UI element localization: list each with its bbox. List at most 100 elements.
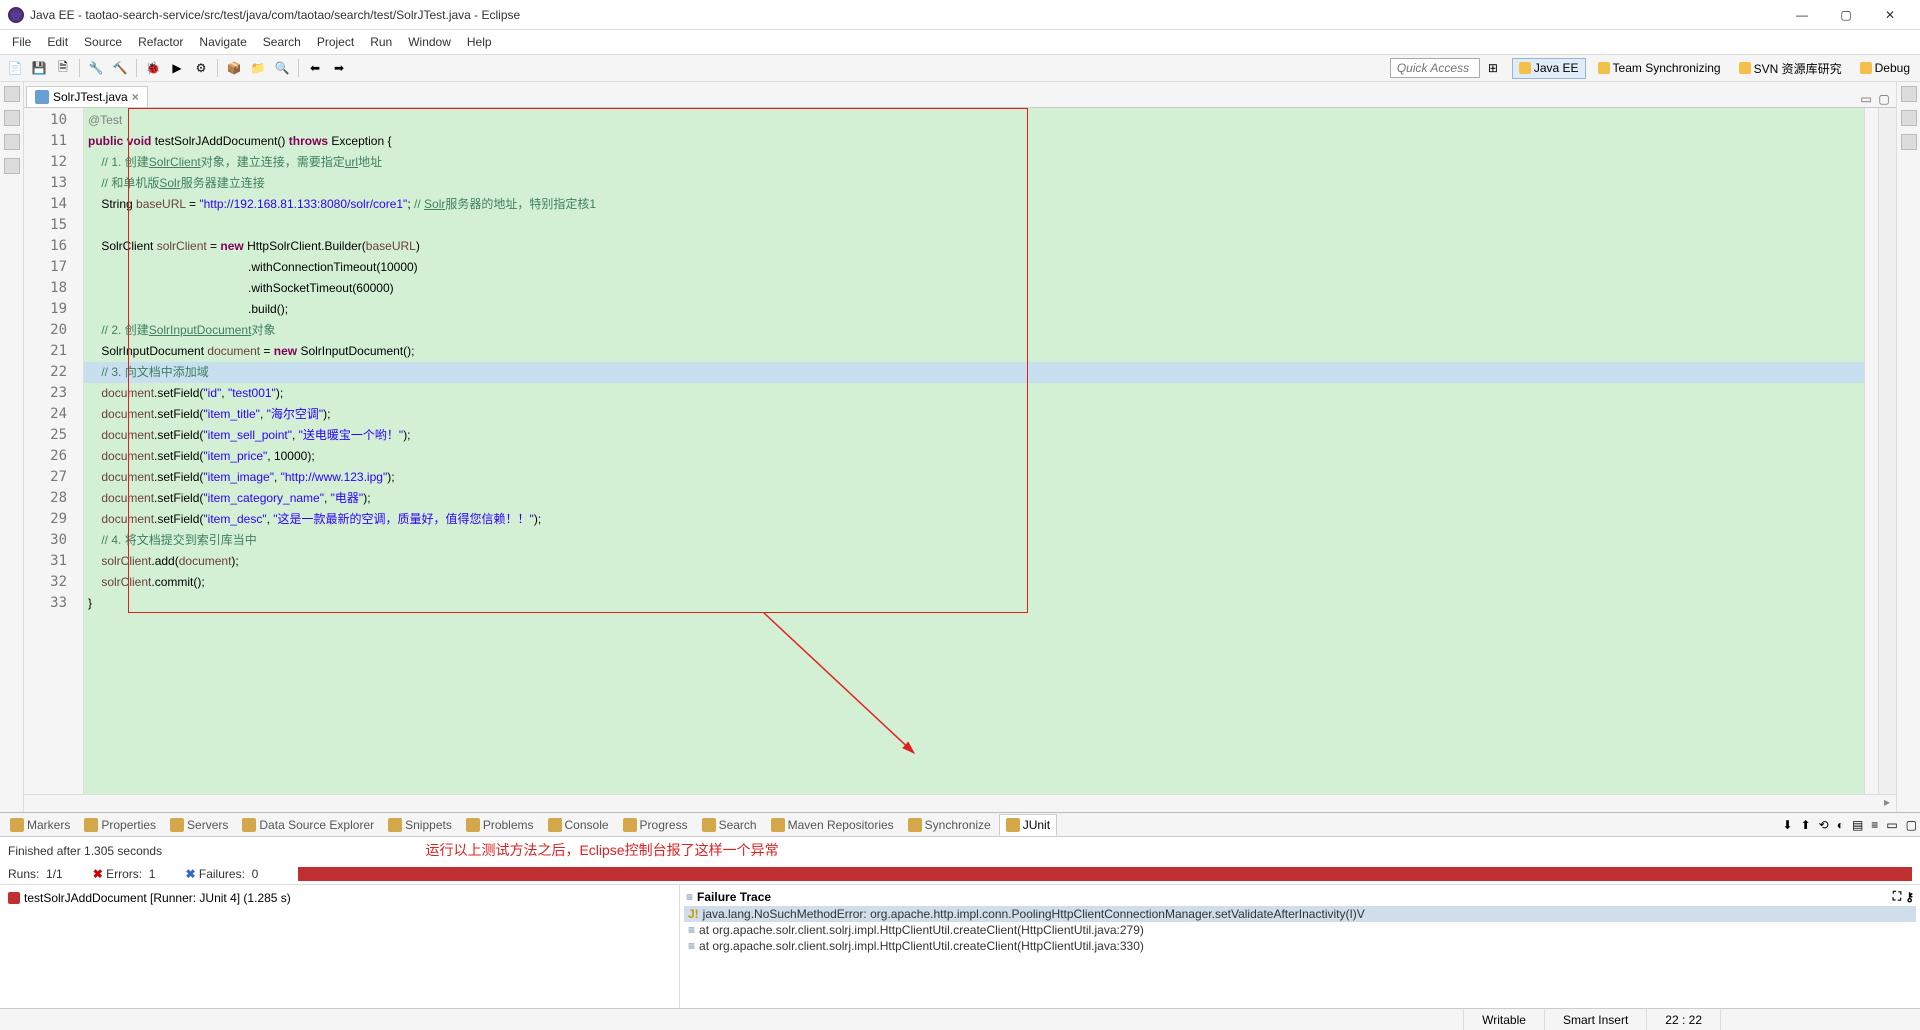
code-line[interactable]: public void testSolrJAddDocument() throw… xyxy=(84,131,1864,152)
nav-forward-button[interactable]: ➡ xyxy=(328,57,350,79)
code-line[interactable]: solrClient.add(document); xyxy=(84,551,1864,572)
code-editor[interactable]: 1011121314151617181920212223242526272829… xyxy=(24,108,1896,794)
view-icon[interactable] xyxy=(4,110,20,126)
menu-run[interactable]: Run xyxy=(362,32,400,52)
code-line[interactable]: document.setField("item_category_name", … xyxy=(84,488,1864,509)
filter-button[interactable]: ⚷ xyxy=(1905,890,1914,904)
minimize-view-icon[interactable]: ▭ xyxy=(1858,91,1874,107)
menu-navigate[interactable]: Navigate xyxy=(191,32,254,52)
junit-toolbar-button[interactable]: ≡ xyxy=(1868,818,1881,832)
tool-button[interactable]: 🔍 xyxy=(271,57,293,79)
code-area[interactable]: @Testpublic void testSolrJAddDocument() … xyxy=(84,108,1864,794)
code-line[interactable]: String baseURL = "http://192.168.81.133:… xyxy=(84,194,1864,215)
code-line[interactable]: .withConnectionTimeout(10000) xyxy=(84,257,1864,278)
new-button[interactable]: 📄 xyxy=(4,57,26,79)
maximize-view-icon[interactable]: ▢ xyxy=(1876,91,1892,107)
close-button[interactable]: ✕ xyxy=(1868,1,1912,29)
bottom-tab-problems[interactable]: Problems xyxy=(460,815,540,835)
view-icon[interactable] xyxy=(1901,134,1917,150)
trace-line[interactable]: ≡ at org.apache.solr.client.solrj.impl.H… xyxy=(684,922,1916,938)
junit-toolbar-button[interactable]: ▤ xyxy=(1849,818,1866,832)
code-line[interactable] xyxy=(84,215,1864,236)
junit-toolbar-button[interactable]: ⬆ xyxy=(1798,818,1814,832)
bottom-tab-properties[interactable]: Properties xyxy=(78,815,162,835)
editor-tab[interactable]: SolrJTest.java × xyxy=(26,86,148,107)
code-line[interactable]: // 2. 创建SolrInputDocument对象 xyxy=(84,320,1864,341)
run-button[interactable]: ▶ xyxy=(166,57,188,79)
junit-toolbar-button[interactable]: ⟲ xyxy=(1816,818,1832,832)
quick-access-input[interactable]: Quick Access xyxy=(1390,58,1480,78)
save-button[interactable]: 💾 xyxy=(28,57,50,79)
minimize-button[interactable]: — xyxy=(1780,1,1824,29)
tool-button[interactable]: 🔨 xyxy=(109,57,131,79)
save-all-button[interactable]: 🗎 xyxy=(52,57,74,79)
bottom-tab-servers[interactable]: Servers xyxy=(164,815,234,835)
code-line[interactable]: } xyxy=(84,593,1864,614)
perspective-switcher-icon[interactable]: ⊞ xyxy=(1482,57,1504,79)
debug-button[interactable]: 🐞 xyxy=(142,57,164,79)
code-line[interactable]: // 1. 创建SolrClient对象，建立连接，需要指定url地址 xyxy=(84,152,1864,173)
perspective-svn-资源库研究[interactable]: SVN 资源库研究 xyxy=(1733,58,1848,79)
menu-window[interactable]: Window xyxy=(400,32,459,52)
code-line[interactable]: // 4. 将文档提交到索引库当中 xyxy=(84,530,1864,551)
junit-toolbar-button[interactable]: ▭ xyxy=(1883,818,1900,832)
perspective-debug[interactable]: Debug xyxy=(1854,58,1916,79)
vertical-scrollbar[interactable] xyxy=(1878,108,1896,794)
perspective-java-ee[interactable]: Java EE xyxy=(1512,58,1586,79)
menu-file[interactable]: File xyxy=(4,32,39,52)
code-line[interactable]: solrClient.commit(); xyxy=(84,572,1864,593)
bottom-tab-markers[interactable]: Markers xyxy=(4,815,76,835)
tool-button[interactable]: 🔧 xyxy=(85,57,107,79)
code-line[interactable]: document.setField("item_title", "海尔空调"); xyxy=(84,404,1864,425)
tool-button[interactable]: 📦 xyxy=(223,57,245,79)
line-ruler: 1011121314151617181920212223242526272829… xyxy=(24,108,84,794)
code-line[interactable]: document.setField("item_image", "http://… xyxy=(84,467,1864,488)
tool-button[interactable]: 📁 xyxy=(247,57,269,79)
compare-button[interactable]: ⛶ xyxy=(1893,889,1901,904)
view-icon[interactable] xyxy=(1901,86,1917,102)
menu-source[interactable]: Source xyxy=(76,32,130,52)
bottom-tab-synchronize[interactable]: Synchronize xyxy=(902,815,997,835)
code-line[interactable]: // 和单机版Solr服务器建立连接 xyxy=(84,173,1864,194)
horizontal-scrollbar[interactable]: ▸ xyxy=(1878,795,1896,812)
code-line[interactable]: // 3. 向文档中添加域 xyxy=(84,362,1864,383)
view-icon[interactable] xyxy=(1901,110,1917,126)
trace-line[interactable]: J! java.lang.NoSuchMethodError: org.apac… xyxy=(684,906,1916,922)
junit-toolbar-button[interactable]: ⬇ xyxy=(1780,818,1796,832)
trace-line[interactable]: ≡ at org.apache.solr.client.solrj.impl.H… xyxy=(684,938,1916,954)
bottom-tab-console[interactable]: Console xyxy=(542,815,615,835)
junit-tree-item[interactable]: testSolrJAddDocument [Runner: JUnit 4] (… xyxy=(4,889,675,907)
bottom-tab-search[interactable]: Search xyxy=(696,815,763,835)
bottom-tab-maven-repositories[interactable]: Maven Repositories xyxy=(765,815,900,835)
menu-edit[interactable]: Edit xyxy=(39,32,76,52)
run-external-button[interactable]: ⚙ xyxy=(190,57,212,79)
code-line[interactable]: .withSocketTimeout(60000) xyxy=(84,278,1864,299)
bottom-tab-snippets[interactable]: Snippets xyxy=(382,815,458,835)
junit-tree[interactable]: testSolrJAddDocument [Runner: JUnit 4] (… xyxy=(0,885,680,1008)
menu-project[interactable]: Project xyxy=(309,32,362,52)
view-icon[interactable] xyxy=(4,158,20,174)
menu-help[interactable]: Help xyxy=(459,32,500,52)
view-icon[interactable] xyxy=(4,86,20,102)
maximize-button[interactable]: ▢ xyxy=(1824,1,1868,29)
view-icon[interactable] xyxy=(4,134,20,150)
code-line[interactable]: document.setField("item_sell_point", "送电… xyxy=(84,425,1864,446)
bottom-tab-junit[interactable]: JUnit xyxy=(999,814,1057,836)
code-line[interactable]: .build(); xyxy=(84,299,1864,320)
junit-toolbar-button[interactable]: ◐ xyxy=(1834,818,1847,832)
code-line[interactable]: @Test xyxy=(84,110,1864,131)
menu-refactor[interactable]: Refactor xyxy=(130,32,191,52)
code-line[interactable]: document.setField("item_desc", "这是一款最新的空… xyxy=(84,509,1864,530)
code-line[interactable]: document.setField("id", "test001"); xyxy=(84,383,1864,404)
bottom-tab-data-source-explorer[interactable]: Data Source Explorer xyxy=(236,815,380,835)
code-line[interactable]: SolrClient solrClient = new HttpSolrClie… xyxy=(84,236,1864,257)
code-line[interactable]: document.setField("item_price", 10000); xyxy=(84,446,1864,467)
nav-back-button[interactable]: ⬅ xyxy=(304,57,326,79)
bottom-tab-progress[interactable]: Progress xyxy=(617,815,694,835)
perspective-team-synchronizing[interactable]: Team Synchronizing xyxy=(1592,58,1727,79)
tab-close-icon[interactable]: × xyxy=(132,90,139,104)
junit-toolbar-button[interactable]: ▢ xyxy=(1903,818,1920,832)
code-line[interactable]: SolrInputDocument document = new SolrInp… xyxy=(84,341,1864,362)
overview-ruler[interactable] xyxy=(1864,108,1878,794)
menu-search[interactable]: Search xyxy=(255,32,309,52)
